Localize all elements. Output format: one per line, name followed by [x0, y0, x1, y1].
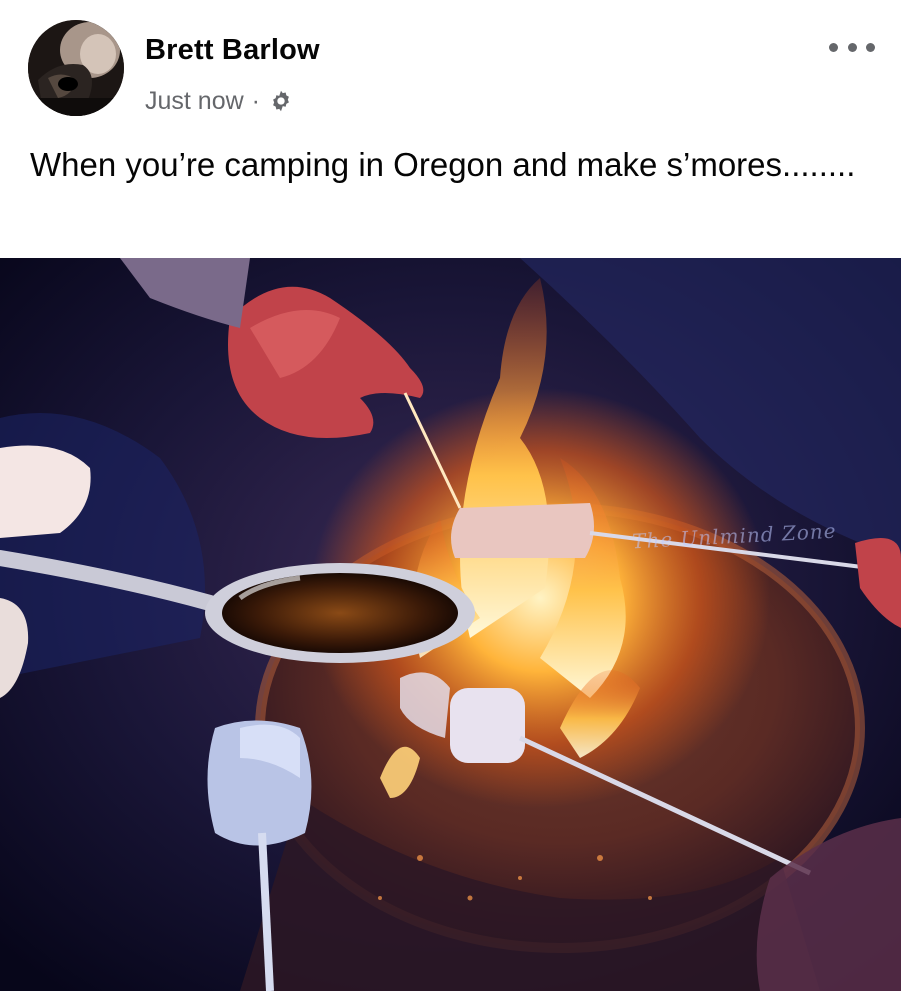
post-text: When you’re camping in Oregon and make s…: [30, 146, 856, 183]
ellipsis-dot: [847, 42, 857, 52]
post-meta: Just now ·: [145, 84, 294, 118]
author-name[interactable]: Brett Barlow: [145, 34, 320, 67]
avatar[interactable]: [28, 20, 124, 116]
post-header: Brett Barlow Just now ·: [0, 0, 901, 125]
ellipsis-dot: [866, 42, 875, 52]
campfire-photo: [0, 258, 901, 991]
avatar-photo: [28, 20, 124, 116]
more-options-button[interactable]: [829, 36, 875, 58]
post-timestamp[interactable]: Just now: [145, 87, 244, 116]
post-image[interactable]: The Unlmind Zone: [0, 258, 901, 991]
gear-icon[interactable]: [268, 88, 294, 114]
meta-separator: ·: [251, 86, 260, 115]
ellipsis-icon: [829, 42, 838, 52]
post-card: Brett Barlow Just now · When you’re camp…: [0, 0, 901, 991]
